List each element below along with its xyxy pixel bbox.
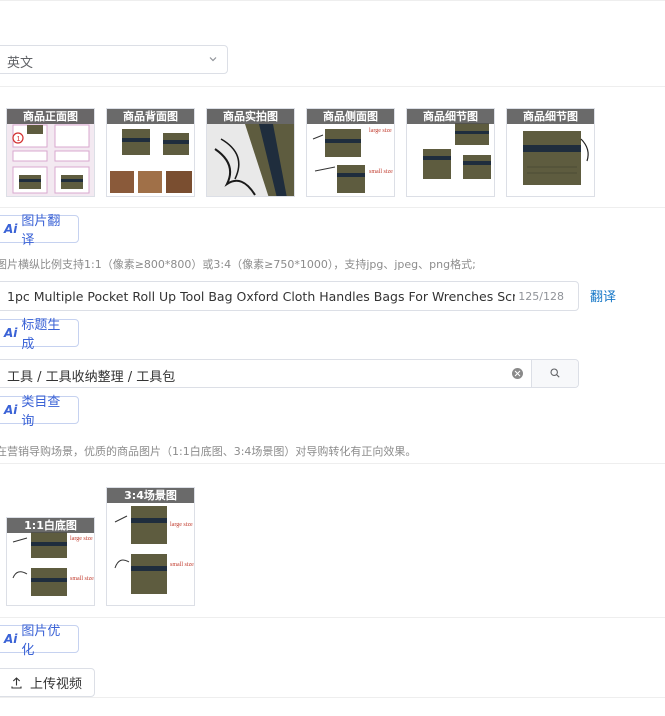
- size-annotation: small size: [369, 169, 393, 175]
- ai-icon: Ai: [4, 632, 18, 646]
- image-label: 3:4场景图: [107, 488, 194, 503]
- product-image-side[interactable]: 商品侧面图 large size small size: [306, 108, 395, 197]
- marketing-image-portrait[interactable]: 3:4场景图 large size small size: [106, 487, 195, 606]
- button-label: 标题生成: [21, 318, 61, 352]
- product-title-input[interactable]: 1pc Multiple Pocket Roll Up Tool Bag Oxf…: [0, 281, 579, 311]
- button-label: 图片优化: [21, 624, 61, 658]
- divider: [0, 86, 665, 87]
- image-optimize-button[interactable]: Ai 图片优化: [0, 624, 79, 658]
- upload-video-button[interactable]: 上传视频: [0, 668, 95, 697]
- product-title-value: 1pc Multiple Pocket Roll Up Tool Bag Oxf…: [7, 289, 515, 304]
- button-label: 类目查询: [21, 395, 61, 429]
- upload-icon: [11, 676, 22, 689]
- product-photo: [107, 488, 194, 605]
- image-label: 商品侧面图: [307, 109, 394, 124]
- image-label: 商品实拍图: [207, 109, 294, 124]
- divider: [0, 697, 665, 698]
- size-annotation: small size: [170, 562, 194, 568]
- clear-icon[interactable]: [512, 368, 523, 379]
- product-image-detail[interactable]: 商品细节图: [406, 108, 495, 197]
- language-select[interactable]: 英文: [0, 45, 228, 74]
- category-search-button[interactable]: [531, 360, 578, 387]
- product-image-front[interactable]: 商品正面图 1: [6, 108, 95, 197]
- size-annotation: large size: [170, 522, 193, 528]
- button-label: 上传视频: [30, 677, 83, 692]
- svg-text:1: 1: [17, 136, 21, 143]
- image-translate-button[interactable]: Ai 图片翻译: [0, 214, 79, 248]
- divider: [0, 617, 665, 618]
- divider: [0, 207, 665, 208]
- size-annotation: large size: [70, 536, 93, 542]
- ai-icon: Ai: [4, 222, 18, 236]
- image-label: 商品背面图: [107, 109, 194, 124]
- marketing-image-hint: 在营销导购场景，优质的商品图片（1:1白底图、3:4场景图）对导购转化有正向效果…: [0, 445, 417, 458]
- title-generate-button[interactable]: Ai 标题生成: [0, 318, 79, 352]
- divider: [0, 0, 665, 1]
- image-requirement-hint: 图片横纵比例支持1:1（像素≥800*800）或3:4（像素≥750*1000）…: [0, 258, 476, 271]
- character-count: 125/128: [518, 290, 564, 303]
- size-annotation: large size: [369, 128, 392, 134]
- category-input[interactable]: 工具 / 工具收纳整理 / 工具包: [0, 359, 579, 388]
- language-select-value: 英文: [7, 56, 34, 71]
- marketing-image-square[interactable]: 1:1白底图 large size small size: [6, 517, 95, 606]
- category-value: 工具 / 工具收纳整理 / 工具包: [7, 370, 176, 385]
- size-annotation: small size: [70, 576, 94, 582]
- divider: [0, 463, 665, 464]
- image-label: 商品细节图: [407, 109, 494, 124]
- image-label: 商品正面图: [7, 109, 94, 124]
- product-image-detail[interactable]: 商品细节图: [506, 108, 595, 197]
- product-image-back[interactable]: 商品背面图: [106, 108, 195, 197]
- category-query-button[interactable]: Ai 类目查询: [0, 395, 79, 429]
- search-icon: [550, 368, 560, 378]
- ai-icon: Ai: [4, 326, 18, 340]
- button-label: 图片翻译: [21, 214, 61, 248]
- image-label: 1:1白底图: [7, 518, 94, 533]
- ai-icon: Ai: [4, 403, 18, 417]
- translate-link[interactable]: 翻译: [590, 286, 616, 305]
- image-label: 商品细节图: [507, 109, 594, 124]
- product-image-real[interactable]: 商品实拍图: [206, 108, 295, 197]
- chevron-down-icon: [209, 57, 217, 62]
